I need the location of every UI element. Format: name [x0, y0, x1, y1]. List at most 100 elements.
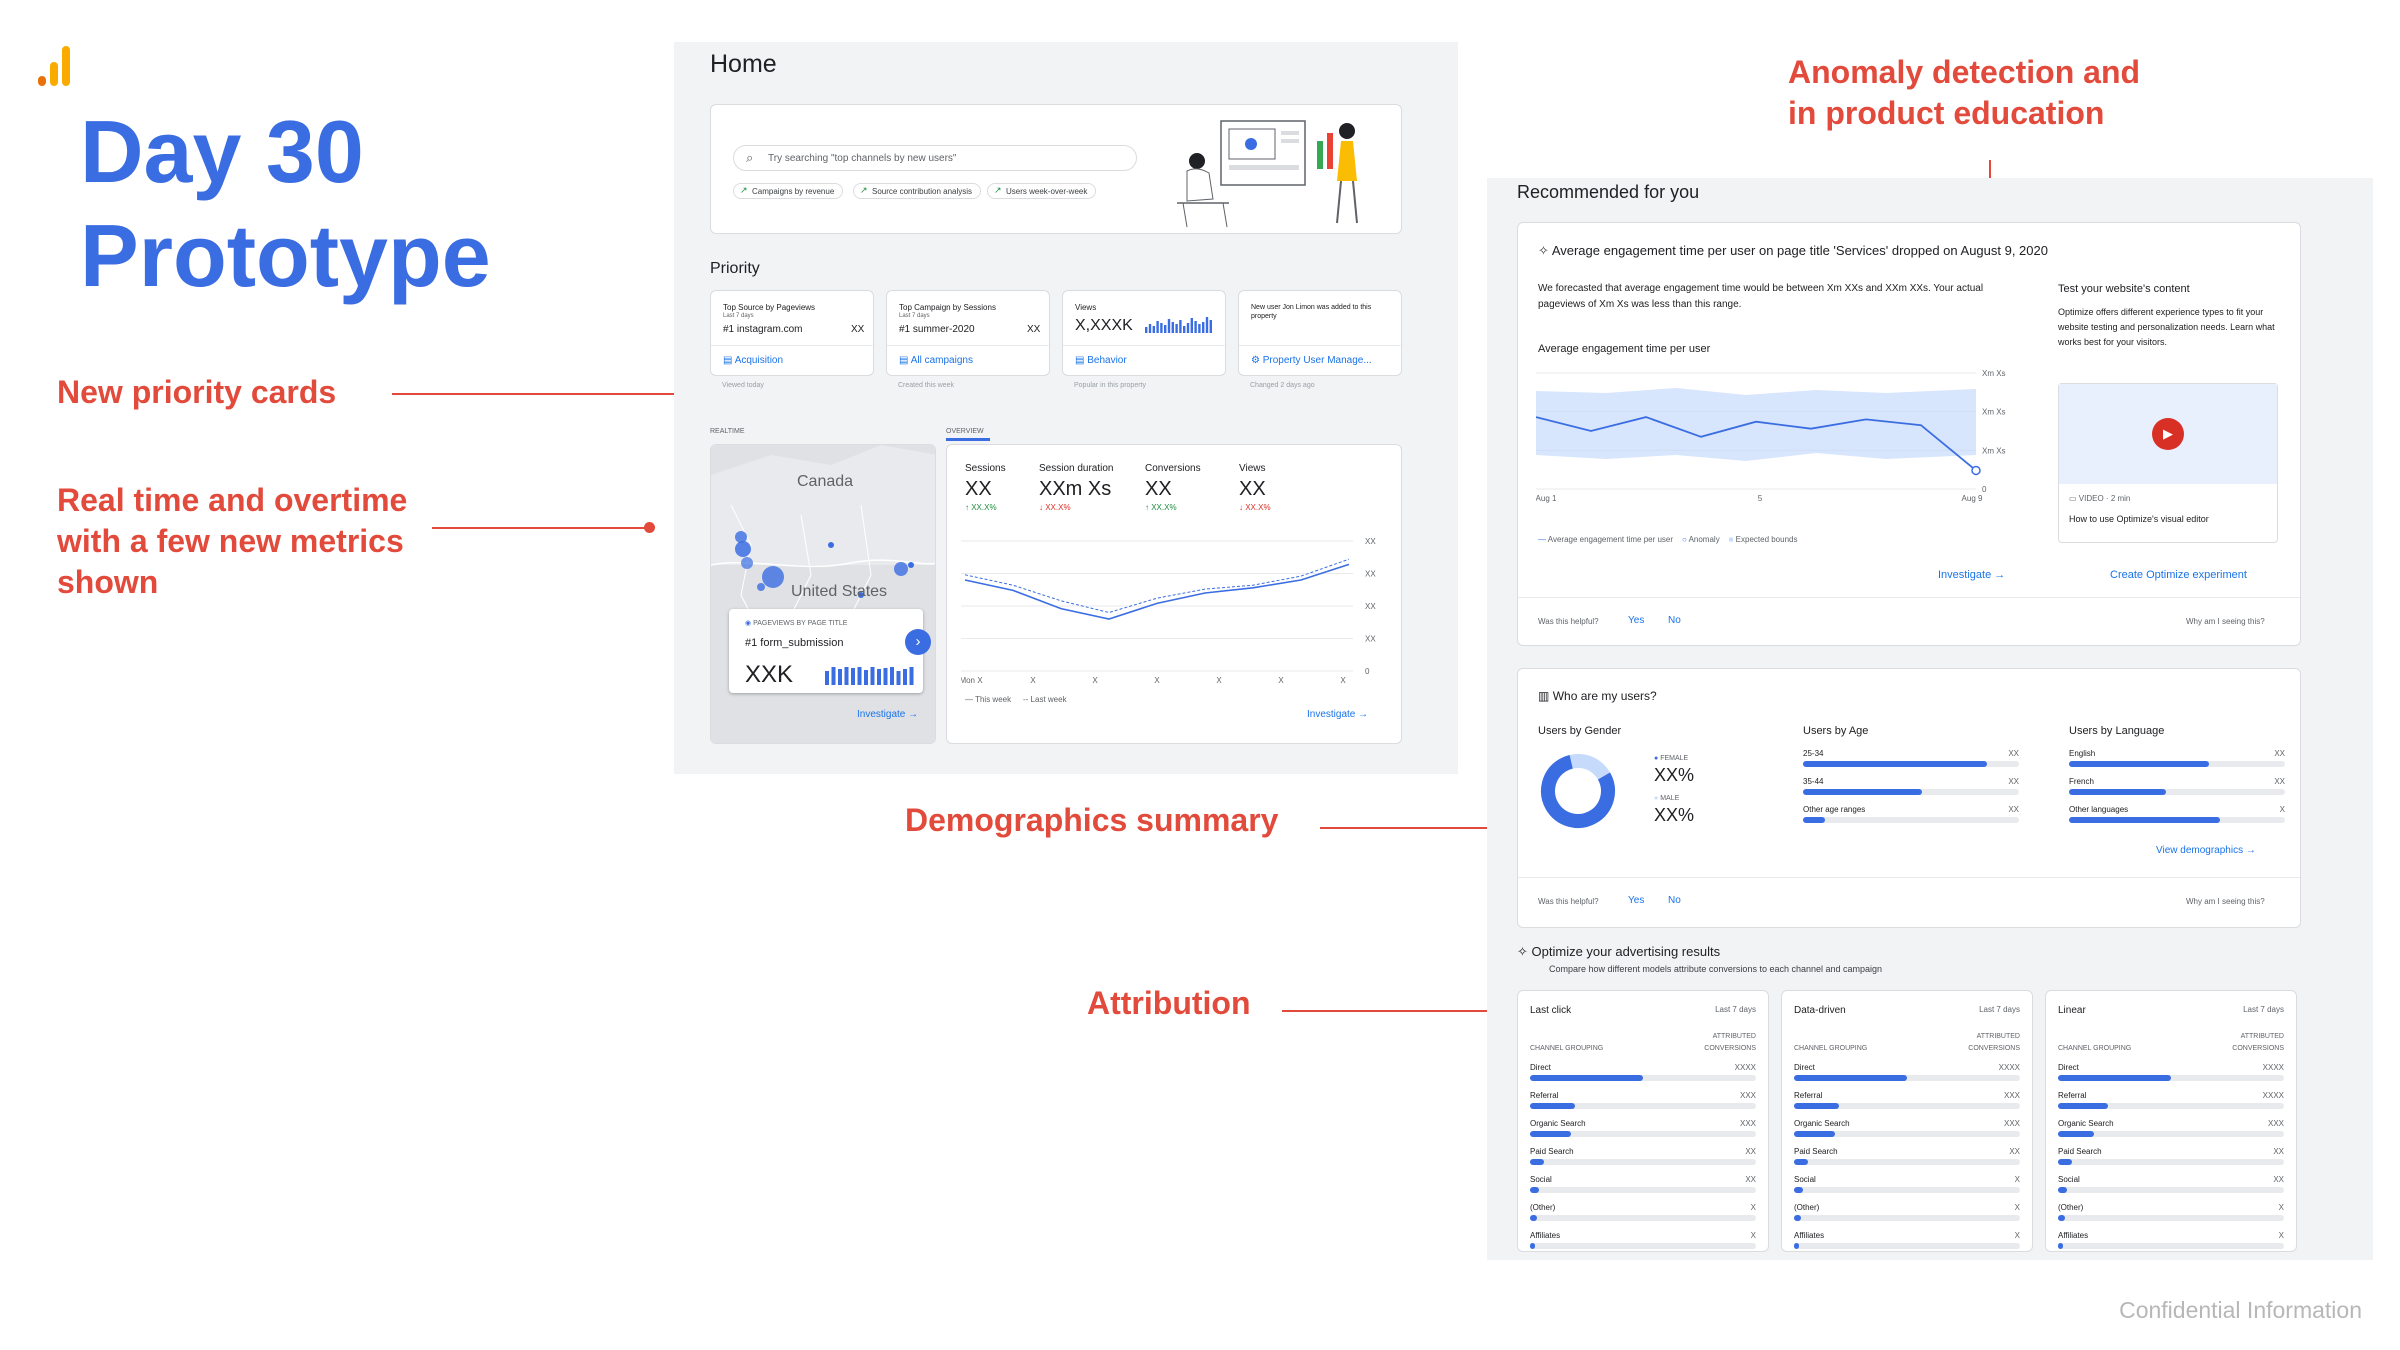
metric-delta: ↑ XX.X%	[965, 503, 997, 512]
priority-card-top-source[interactable]: Top Source by Pageviews Last 7 days #1 i…	[710, 290, 875, 376]
model-range[interactable]: Last 7 days	[1979, 1005, 2020, 1014]
anomaly-point[interactable]	[1971, 465, 1981, 476]
col-conversions: CONVERSIONS	[2232, 1045, 2284, 1052]
bar-fill	[1803, 789, 1922, 795]
overview-label: OVERVIEW	[946, 428, 984, 435]
y-tick-label: Xm Xs	[1982, 369, 2006, 378]
bar-fill	[2058, 1243, 2063, 1249]
behavior-link[interactable]: ▤ Behavior	[1075, 355, 1127, 366]
overview-metric[interactable]: Views XX ↓ XX.X%	[1239, 463, 1271, 512]
anomaly-body: We forecasted that average engagement ti…	[1538, 283, 1984, 310]
anomaly-line-chart: Xm Xs Xm Xs Xm Xs 0 Aug 1 5 Aug 9	[1536, 369, 2006, 503]
bar-fill	[1530, 1215, 1537, 1221]
bar-fill	[1530, 1075, 1643, 1081]
overview-metric[interactable]: Conversions XX ↑ XX.X%	[1145, 463, 1201, 512]
metric-label: Session duration	[1039, 463, 1114, 474]
bar-track	[2058, 1075, 2284, 1081]
model-range[interactable]: Last 7 days	[2243, 1005, 2284, 1014]
helpful-label: Was this helpful?	[1538, 617, 1599, 626]
overview-metric[interactable]: Sessions XX ↑ XX.X%	[965, 463, 1006, 512]
play-icon[interactable]: ▶	[2152, 418, 2184, 450]
model-range[interactable]: Last 7 days	[1715, 1005, 1756, 1014]
x-tick-label: Aug 1	[1536, 494, 1557, 503]
series-last-week	[964, 558, 1350, 614]
recommended-panel: Recommended for you ✧ Average engagement…	[1487, 178, 2373, 1260]
bar-fill	[1530, 1103, 1575, 1109]
bar-fill	[1794, 1187, 1803, 1193]
bar-track	[1530, 1159, 1756, 1165]
bar-fill	[2058, 1075, 2171, 1081]
col-conversions: CONVERSIONS	[1704, 1045, 1756, 1052]
metric-label: Conversions	[1145, 463, 1201, 474]
overview-investigate-link[interactable]: Investigate →	[1307, 709, 1368, 720]
bar-track	[1794, 1159, 2020, 1165]
edu-title: Test your website's content	[2058, 283, 2190, 295]
callout-dot	[644, 522, 655, 533]
chip-users-week-over-week[interactable]: Users week-over-week	[987, 183, 1097, 199]
chip-campaigns-by-revenue[interactable]: Campaigns by revenue	[733, 183, 844, 199]
male-value: XX%	[1654, 805, 1695, 825]
x-tick-label: X	[1092, 676, 1098, 685]
bar-fill	[1530, 1187, 1539, 1193]
metric-delta: ↓ XX.X%	[1039, 503, 1071, 512]
y-tick-label: XX	[1365, 537, 1376, 546]
bar-track	[1803, 817, 2019, 823]
helpful-label: Was this helpful?	[1538, 897, 1599, 906]
sparkbar	[903, 669, 907, 685]
y-tick-label: 0	[1365, 667, 1370, 676]
channel-label: (Other)	[1794, 1203, 1820, 1212]
channel-value: X	[1750, 1231, 1756, 1240]
chevron-right-icon[interactable]: ›	[905, 629, 931, 655]
why-seeing-this-link[interactable]: Why am I seeing this?	[2186, 617, 2265, 626]
acquisition-link[interactable]: ▤ Acquisition	[723, 355, 783, 366]
col-channel: CHANNEL GROUPING	[2058, 1045, 2132, 1052]
helpful-yes-button[interactable]: Yes	[1628, 615, 1644, 626]
bar-row-value: XX	[2008, 805, 2019, 814]
bar-fill	[1794, 1159, 1808, 1165]
why-seeing-this-link[interactable]: Why am I seeing this?	[2186, 897, 2265, 906]
helpful-yes-button[interactable]: Yes	[1628, 895, 1644, 906]
chart-icon: ▤	[899, 355, 909, 366]
divider	[711, 345, 875, 346]
bar-row-value: XX	[2008, 749, 2019, 758]
bar-fill	[1794, 1243, 1799, 1249]
helpful-no-button[interactable]: No	[1668, 895, 1681, 906]
channel-value: X	[2014, 1175, 2020, 1184]
bar-track	[1530, 1215, 1756, 1221]
metric-value: XX	[1145, 478, 1172, 500]
users-card: ▥ Who are my users? Users by Gender ● FE…	[1517, 668, 2301, 928]
priority-card-new-user[interactable]: New user Jon Limon was added to this pro…	[1238, 290, 1403, 376]
channel-label: Paid Search	[1794, 1147, 1838, 1156]
channel-label: Referral	[1794, 1091, 1823, 1100]
metric-label: Sessions	[965, 463, 1006, 474]
priority-card-footnote: Popular in this property	[1074, 382, 1146, 389]
property-user-management-link[interactable]: ⚙ Property User Manage...	[1251, 355, 1372, 366]
bar-track	[1803, 761, 2019, 767]
all-campaigns-link[interactable]: ▤ All campaigns	[899, 355, 973, 366]
model-name: Linear	[2058, 1005, 2086, 1016]
confidential-footer: Confidential Information	[2119, 1297, 2362, 1323]
realtime-investigate-link[interactable]: Investigate →	[857, 709, 918, 720]
attribution-model-card: Last click Last 7 days CHANNEL GROUPING ATT…	[1517, 990, 1769, 1252]
anomaly-investigate-link[interactable]: Investigate →	[1938, 569, 2005, 581]
chip-source-contribution[interactable]: Source contribution analysis	[853, 183, 982, 199]
priority-card-views[interactable]: Views X,XXXK ▤ Behavior	[1062, 290, 1227, 376]
bar-track	[2058, 1243, 2284, 1249]
search-input[interactable]: ⌕ Try searching "top channels by new use…	[733, 145, 1137, 171]
bar-row-label: Other languages	[2069, 805, 2129, 814]
anomaly-legend: — Average engagement time per user ○ Ano…	[1538, 535, 1798, 544]
bar-track	[2069, 817, 2285, 823]
y-tick-label: 0	[1982, 485, 1987, 494]
helpful-no-button[interactable]: No	[1668, 615, 1681, 626]
language-title: Users by Language	[2069, 725, 2165, 737]
overview-metric[interactable]: Session duration XXm Xs ↓ XX.X%	[1039, 463, 1114, 512]
video-meta: ▭ VIDEO · 2 min	[2069, 494, 2131, 503]
create-optimize-experiment-link[interactable]: Create Optimize experiment	[2110, 569, 2247, 581]
divider	[887, 345, 1051, 346]
sparkbar	[1148, 324, 1152, 333]
video-card[interactable]: ▶ ▭ VIDEO · 2 min How to use Optimize's …	[2058, 383, 2278, 543]
priority-card-top-campaign[interactable]: Top Campaign by Sessions Last 7 days #1 …	[886, 290, 1051, 376]
view-demographics-link[interactable]: View demographics →	[2156, 845, 2256, 856]
insights-icon: ✧	[1517, 944, 1528, 959]
sparkbar	[1194, 321, 1197, 333]
